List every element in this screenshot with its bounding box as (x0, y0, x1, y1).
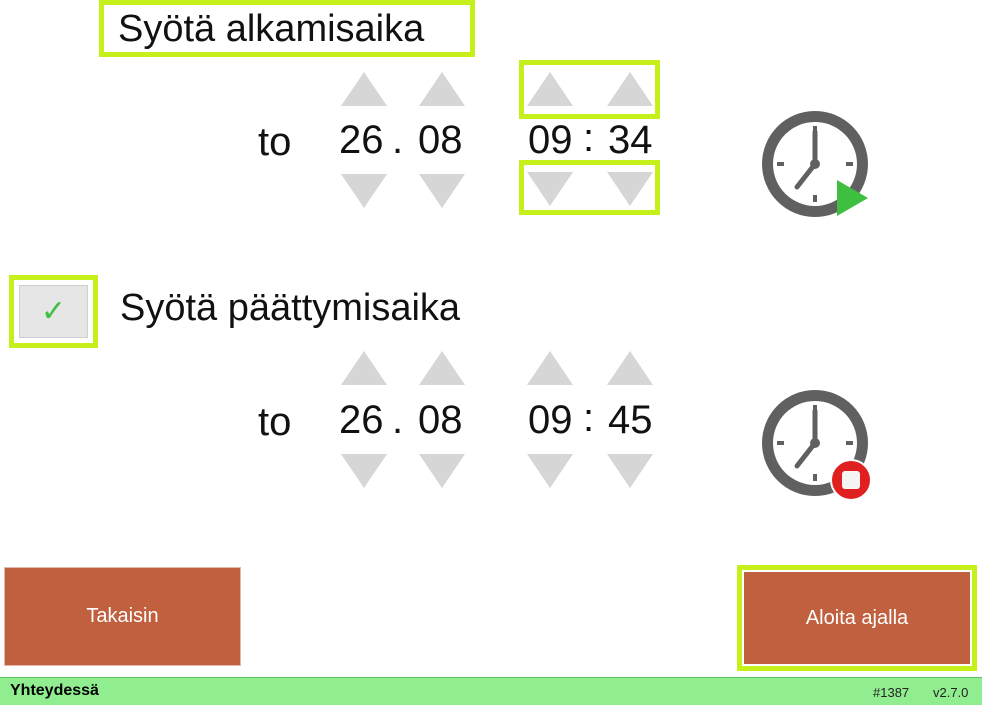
end-month-down-arrow[interactable] (419, 454, 465, 488)
start-hour-down-arrow[interactable] (527, 172, 573, 206)
start-title: Syötä alkamisaika (118, 8, 425, 50)
start-time-separator: : (583, 116, 595, 160)
end-title: Syötä päättymisaika (120, 287, 461, 329)
end-month-value: 08 (418, 398, 463, 442)
start-minute-down-arrow[interactable] (607, 172, 653, 206)
start-minute-up-arrow[interactable] (607, 72, 653, 106)
back-button-label: Takaisin (86, 605, 159, 627)
connection-status: Yhteydessä (10, 682, 99, 699)
start-month-value: 08 (418, 118, 463, 162)
start-button-label: Aloita ajalla (805, 606, 909, 629)
end-day-down-arrow[interactable] (341, 454, 387, 488)
end-date-separator: . (392, 398, 404, 442)
end-month-up-arrow[interactable] (419, 351, 465, 385)
end-time-separator: : (583, 396, 595, 440)
end-hour-down-arrow[interactable] (527, 454, 573, 488)
end-hour-value: 09 (528, 398, 573, 442)
start-day-up-arrow[interactable] (341, 72, 387, 106)
start-day-value: 26 (339, 118, 384, 162)
start-day-name: to (258, 120, 292, 164)
end-day-name: to (258, 400, 292, 444)
clock-play-icon[interactable] (755, 108, 885, 228)
clock-stop-icon[interactable] (755, 385, 885, 510)
start-day-down-arrow[interactable] (341, 174, 387, 208)
session-id: #1387 (873, 685, 910, 700)
start-hour-value: 09 (528, 118, 573, 162)
end-hour-up-arrow[interactable] (527, 351, 573, 385)
start-month-up-arrow[interactable] (419, 72, 465, 106)
end-minute-value: 45 (608, 398, 653, 442)
back-button[interactable]: Takaisin (4, 567, 241, 666)
status-bar: Yhteydessä #1387 v2.7.0 (0, 677, 982, 705)
end-day-value: 26 (339, 398, 384, 442)
start-with-time-button[interactable]: Aloita ajalla (744, 572, 970, 664)
end-time-checkbox[interactable]: ✓ (19, 285, 88, 338)
start-date-separator: . (392, 118, 404, 162)
end-minute-down-arrow[interactable] (607, 454, 653, 488)
end-minute-up-arrow[interactable] (607, 351, 653, 385)
start-hour-up-arrow[interactable] (527, 72, 573, 106)
end-day-up-arrow[interactable] (341, 351, 387, 385)
checkmark-icon: ✓ (40, 294, 67, 328)
app-version: v2.7.0 (933, 685, 969, 700)
start-minute-value: 34 (608, 118, 653, 162)
start-month-down-arrow[interactable] (419, 174, 465, 208)
